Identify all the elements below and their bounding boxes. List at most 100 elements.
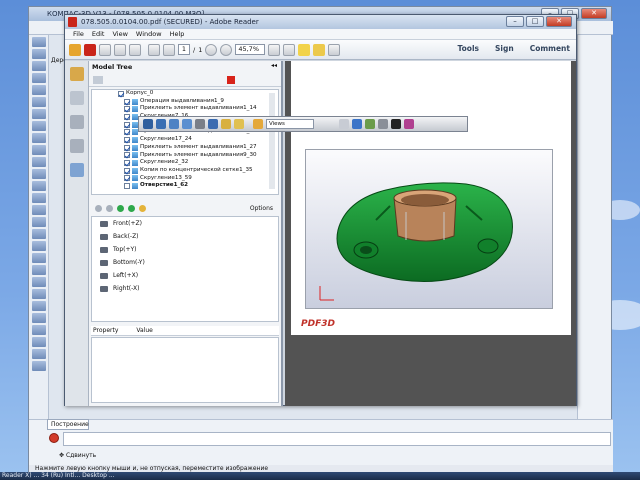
taskbar[interactable]: Reader X) ... 34 (Ru) Intl... Desktop ..… [0, 472, 640, 480]
model-tree-icon[interactable] [69, 163, 84, 177]
background-color-icon[interactable] [378, 119, 388, 129]
tree-options-icon[interactable] [93, 75, 103, 84]
tree-item-checkbox[interactable] [124, 113, 130, 120]
document-area: PDF3D [285, 61, 576, 406]
tree-item[interactable]: Приклеить элемент выдавливания1_14 [92, 105, 278, 113]
reader-toolbar: 1 / 1 45,7% Tools Sign Comment [65, 40, 576, 60]
create-pdf-icon[interactable] [84, 43, 96, 56]
tree-item-checkbox[interactable] [124, 167, 130, 174]
menu-window[interactable]: Window [136, 30, 162, 38]
prev-page-icon[interactable] [148, 43, 160, 56]
close-button[interactable]: ✕ [581, 8, 607, 19]
reader-close-button[interactable]: ✕ [546, 16, 572, 27]
command-field[interactable] [63, 432, 611, 446]
tree-item[interactable]: Скругление2_32 [92, 159, 278, 167]
reader-maximize-button[interactable]: □ [526, 16, 544, 27]
zoom-in-icon[interactable] [220, 43, 233, 56]
lock-icon[interactable] [69, 67, 84, 81]
tree-item-checkbox[interactable] [124, 160, 130, 167]
view-item[interactable]: Top(+Y) [92, 243, 278, 256]
tools-button[interactable]: Tools [458, 44, 479, 53]
tools-expand-icon[interactable] [328, 43, 341, 56]
tree-item[interactable]: Приклеить элемент выдавливания1_27 [92, 144, 278, 152]
prev-view-icon[interactable] [117, 204, 124, 212]
zoom-field[interactable]: 45,7% [235, 44, 266, 55]
tree-item-checkbox[interactable] [124, 129, 130, 136]
measure-icon[interactable] [221, 119, 231, 129]
view-item[interactable]: Bottom(-Y) [92, 256, 278, 269]
shift-button[interactable]: ✥ Сдвинуть [59, 451, 103, 461]
menu-file[interactable]: File [73, 30, 84, 38]
camera-icon [100, 220, 108, 227]
3d-model[interactable] [306, 150, 554, 310]
tree-item-checkbox[interactable] [124, 136, 130, 143]
tree-scrollbar[interactable] [269, 93, 275, 189]
options-menu[interactable]: Options [250, 205, 273, 212]
walk-icon[interactable] [195, 119, 205, 129]
zoom-out-icon[interactable] [205, 43, 218, 56]
tree-item[interactable]: Приклеить элемент выдавливания9_30 [92, 152, 278, 160]
pan-icon[interactable] [169, 119, 179, 129]
tree-item-checkbox[interactable] [124, 106, 130, 113]
fit-width-icon[interactable] [283, 43, 296, 56]
tree-item-checkbox[interactable] [124, 144, 130, 151]
print-icon[interactable] [114, 43, 126, 56]
attachment-icon[interactable] [69, 115, 84, 129]
open-folder-icon[interactable] [69, 43, 81, 56]
stop-icon[interactable] [49, 433, 59, 443]
view-item[interactable]: Back(-Z) [92, 230, 278, 243]
tree-item-checkbox[interactable] [124, 175, 130, 182]
view-item[interactable]: Right(-X) [92, 282, 278, 295]
rotate-icon[interactable] [143, 119, 153, 129]
page-number-field[interactable]: 1 [178, 44, 190, 55]
save-icon[interactable] [99, 43, 111, 56]
color-swatch-icon[interactable] [227, 75, 235, 84]
add-view-icon[interactable] [95, 204, 102, 212]
view-item[interactable]: Front(+Z) [92, 217, 278, 230]
tree-item[interactable]: Отверстие1_62 [92, 182, 278, 190]
fly-icon[interactable] [208, 119, 218, 129]
layers-icon[interactable] [69, 139, 84, 153]
view-item[interactable]: Left(+X) [92, 269, 278, 282]
comment-icon[interactable] [298, 43, 311, 56]
delete-view-icon[interactable] [106, 204, 113, 212]
tree-root[interactable]: Корпус_0 [92, 90, 278, 98]
highlight-icon[interactable] [313, 43, 326, 56]
tree-item[interactable]: Копия по концентрической сетке1_35 [92, 167, 278, 175]
fit-page-icon[interactable] [268, 43, 281, 56]
zoom-icon[interactable] [182, 119, 192, 129]
tree-item-checkbox[interactable] [124, 152, 130, 159]
pdf-icon [68, 17, 77, 27]
email-icon[interactable] [129, 43, 141, 56]
lighting-icon[interactable] [365, 119, 375, 129]
cross-section-icon[interactable] [391, 119, 401, 129]
feature-icon [132, 152, 138, 159]
panel-collapse-icon[interactable]: ◂◂ [271, 62, 277, 69]
tree-item[interactable]: Операция выдавливания1_9 [92, 98, 278, 106]
pages-icon[interactable] [69, 91, 84, 105]
tree-item[interactable]: Скругление13_59 [92, 175, 278, 183]
comment-button[interactable]: Comment [530, 44, 570, 53]
menu-help[interactable]: Help [170, 30, 185, 38]
reader-minimize-button[interactable]: – [506, 16, 524, 27]
3d-viewer[interactable] [305, 149, 553, 309]
home-3d-icon[interactable] [253, 119, 263, 129]
projection-icon[interactable] [339, 119, 349, 129]
tree-item-checkbox[interactable] [124, 183, 130, 190]
tree-item-checkbox[interactable] [124, 121, 130, 128]
tree-item-checkbox[interactable] [124, 98, 130, 105]
menu-edit[interactable]: Edit [92, 30, 105, 38]
model-render-icon[interactable] [352, 119, 362, 129]
next-view-icon[interactable] [128, 204, 135, 212]
comment-3d-icon[interactable] [234, 119, 244, 129]
menu-view[interactable]: View [112, 30, 127, 38]
spin-icon[interactable] [156, 119, 166, 129]
more-tools-icon[interactable] [404, 119, 414, 129]
next-page-icon[interactable] [163, 43, 175, 56]
tab-build[interactable]: Построение [47, 419, 89, 430]
home-view-icon[interactable] [139, 204, 146, 212]
views-dropdown[interactable]: Views [266, 119, 314, 129]
tree-root-checkbox[interactable] [118, 90, 124, 97]
tree-item[interactable]: Скругление17_24 [92, 136, 278, 144]
sign-button[interactable]: Sign [495, 44, 514, 53]
